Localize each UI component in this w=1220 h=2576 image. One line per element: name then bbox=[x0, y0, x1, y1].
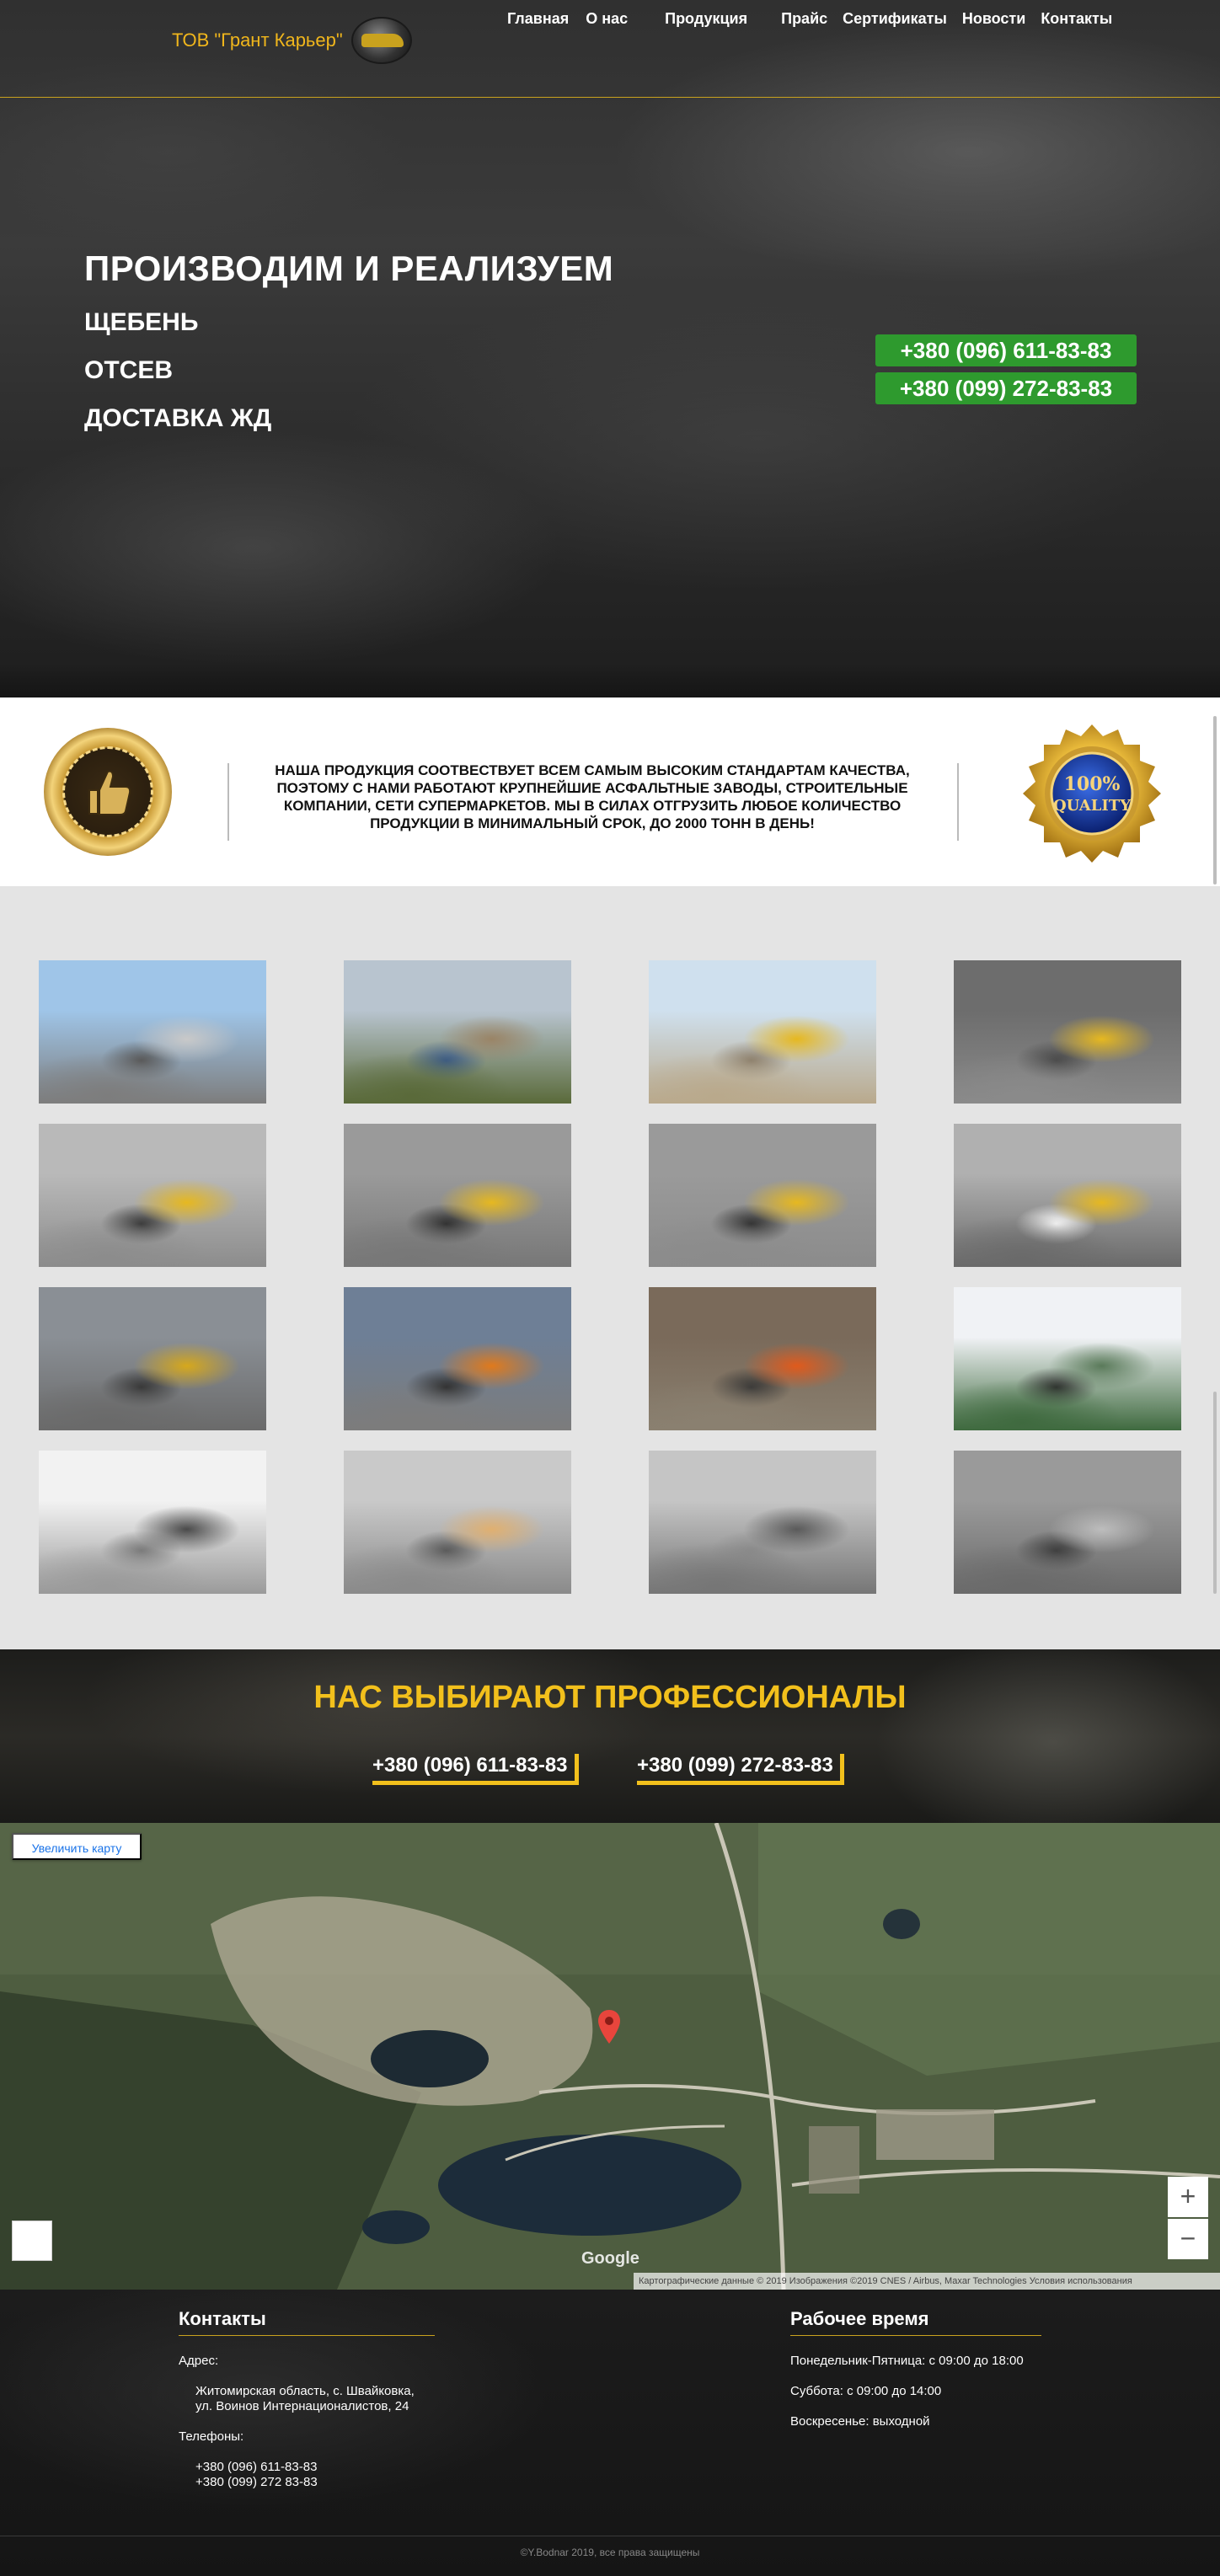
google-map[interactable]: Увеличить карту + − Google Картографичес… bbox=[0, 1823, 1220, 2290]
professionals-title: НАС ВЫБИРАЮТ ПРОФЕССИОНАЛЫ bbox=[313, 1680, 907, 1715]
logo-text: ТОВ "Грант Карьер" bbox=[172, 29, 343, 51]
hero-item-screenings: ОТСЕВ bbox=[84, 356, 173, 384]
footer-hours-title: Рабочее время bbox=[790, 2308, 1041, 2336]
hours-weekdays: Понедельник-Пятница: с 09:00 до 18:00 bbox=[790, 2354, 1024, 2368]
hero-title: ПРОИЗВОДИМ И РЕАЛИЗУЕМ bbox=[84, 249, 614, 288]
gallery-photo-crushed-stone-pile[interactable] bbox=[39, 1451, 266, 1594]
gallery-photo-gravel-sand-piles[interactable] bbox=[344, 1451, 571, 1594]
enlarge-map-button[interactable]: Увеличить карту bbox=[12, 1833, 142, 1860]
gallery-section bbox=[0, 886, 1220, 1649]
page-scrollbar-thumb[interactable] bbox=[1213, 716, 1217, 884]
gallery-photo-crushed-stone-closeup[interactable] bbox=[954, 1451, 1181, 1594]
hero-section: ТОВ "Грант Карьер" Главная О нас Продукц… bbox=[0, 0, 1220, 697]
pros-phone-1[interactable]: +380 (096) 611-83-83 bbox=[372, 1754, 579, 1785]
gallery-photo-dump-truck-loading[interactable] bbox=[954, 1124, 1181, 1267]
gallery-photo-rail-wagon[interactable] bbox=[954, 1287, 1181, 1430]
badge-quality: QUALITY bbox=[1053, 797, 1132, 815]
nav-item-contacts[interactable]: Контакты bbox=[1041, 10, 1112, 28]
map-credits[interactable]: Картографические данные © 2019 Изображен… bbox=[634, 2273, 1220, 2290]
nav-item-products[interactable]: Продукция bbox=[665, 10, 747, 28]
gallery-photo-mining-truck-loading[interactable] bbox=[39, 1287, 266, 1430]
satellite-imagery bbox=[0, 1823, 1220, 2290]
footer-contacts-title: Контакты bbox=[179, 2308, 435, 2336]
professionals-section: НАС ВЫБИРАЮТ ПРОФЕССИОНАЛЫ +380 (096) 61… bbox=[0, 1649, 1220, 1823]
nav-item-home[interactable]: Главная bbox=[507, 10, 569, 28]
address-line-2: ул. Воинов Интернационалистов, 24 bbox=[195, 2399, 409, 2413]
gallery-photo-loader-bucket[interactable] bbox=[649, 1124, 876, 1267]
hours-sunday: Воскресенье: выходной bbox=[790, 2414, 930, 2429]
gallery-scrollbar-thumb[interactable] bbox=[1213, 1392, 1217, 1594]
address-label: Адрес: bbox=[179, 2354, 219, 2368]
hours-saturday: Суббота: с 09:00 до 14:00 bbox=[790, 2384, 942, 2398]
hero-tree-silhouette bbox=[0, 664, 1220, 697]
gallery-photo-wheel-loader-front[interactable] bbox=[344, 1124, 571, 1267]
zoom-in-button[interactable]: + bbox=[1168, 2177, 1208, 2217]
best-quality-badge-icon bbox=[44, 728, 172, 856]
gallery-photo-wagon-unloading[interactable] bbox=[649, 1287, 876, 1430]
address-line-1: Житомирская область, с. Швайковка, bbox=[195, 2384, 415, 2398]
nav-item-price[interactable]: Прайс bbox=[781, 10, 827, 28]
main-nav: Главная О нас Продукция Прайс Сертификат… bbox=[507, 10, 1112, 28]
street-view-pegman-icon[interactable] bbox=[12, 2221, 52, 2261]
gallery-photo-yellow-crusher[interactable] bbox=[649, 960, 876, 1104]
copyright: ©Y.Bodnar 2019, все права защищены bbox=[520, 2547, 700, 2558]
logo-emblem-icon bbox=[350, 17, 412, 64]
nav-item-news[interactable]: Новости bbox=[962, 10, 1025, 28]
quality-100-badge-icon: 100% QUALITY bbox=[1023, 724, 1161, 863]
logo[interactable]: ТОВ "Грант Карьер" bbox=[172, 17, 412, 64]
pros-phone-2[interactable]: +380 (099) 272-83-83 bbox=[637, 1754, 844, 1785]
gallery-photo-mobile-crusher[interactable] bbox=[344, 960, 571, 1104]
gallery-photo-crushing-plant[interactable] bbox=[39, 960, 266, 1104]
zoom-out-button[interactable]: − bbox=[1168, 2219, 1208, 2259]
footer-phone-2[interactable]: +380 (099) 272 83-83 bbox=[195, 2475, 318, 2490]
hero-item-crushed-stone: ЩЕБЕНЬ bbox=[84, 308, 199, 336]
hero-item-rail-delivery: ДОСТАВКА ЖД bbox=[84, 404, 272, 432]
quality-statement: НАША ПРОДУКЦИЯ СООТВЕСТВУЕТ ВСЕМ САМЫМ В… bbox=[275, 762, 910, 831]
site-header: ТОВ "Грант Карьер" Главная О нас Продукц… bbox=[0, 0, 1220, 98]
gallery-photo-loader-and-train[interactable] bbox=[344, 1287, 571, 1430]
map-marker-icon[interactable] bbox=[598, 2010, 620, 2044]
hero-phone-button-2[interactable]: +380 (099) 272-83-83 bbox=[875, 372, 1137, 404]
nav-item-about[interactable]: О нас bbox=[586, 10, 628, 28]
gallery-photo-quarry-loader[interactable] bbox=[954, 960, 1181, 1104]
site-footer: Контакты Адрес: Житомирская область, с. … bbox=[0, 2290, 1220, 2576]
divider-left bbox=[227, 763, 229, 841]
quality-section: НАША ПРОДУКЦИЯ СООТВЕСТВУЕТ ВСЕМ САМЫМ В… bbox=[0, 697, 1220, 886]
phones-label: Телефоны: bbox=[179, 2429, 244, 2444]
nav-item-certificates[interactable]: Сертификаты bbox=[843, 10, 947, 28]
google-logo: Google bbox=[581, 2249, 639, 2268]
gallery-photo-gravel-mound[interactable] bbox=[649, 1451, 876, 1594]
footer-phone-1[interactable]: +380 (096) 611-83-83 bbox=[195, 2460, 317, 2475]
divider-right bbox=[957, 763, 959, 841]
hero-phone-button-1[interactable]: +380 (096) 611-83-83 bbox=[875, 334, 1137, 366]
badge-percent: 100% bbox=[1064, 773, 1121, 795]
gallery-photo-wheel-loader-dumping[interactable] bbox=[39, 1124, 266, 1267]
